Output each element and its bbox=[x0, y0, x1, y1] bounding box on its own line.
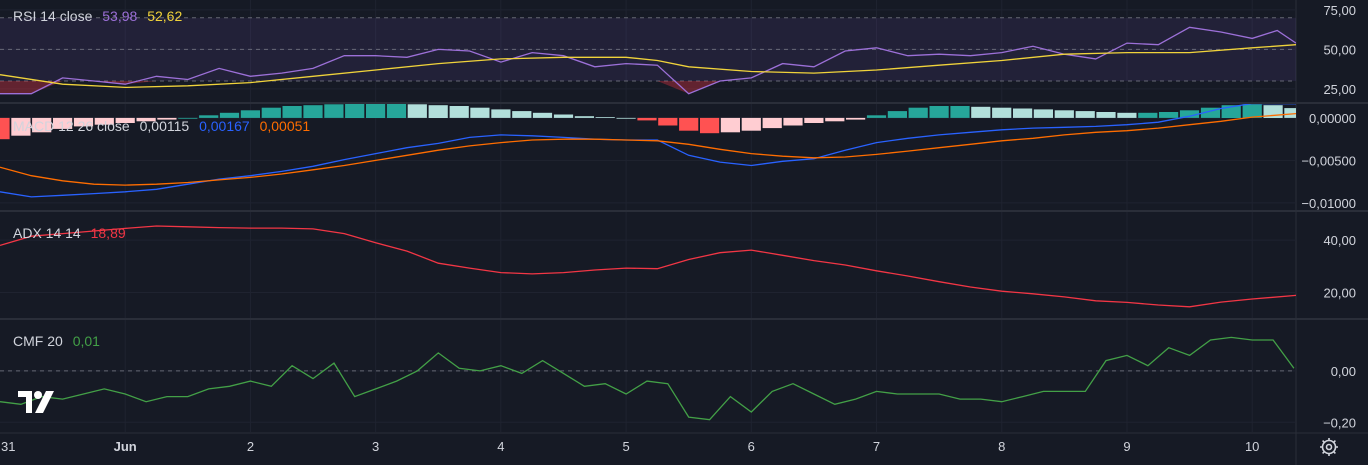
macd-histogram-bar bbox=[512, 111, 532, 118]
macd-histogram-bar bbox=[1013, 108, 1033, 118]
macd-histogram-bar bbox=[1075, 111, 1095, 118]
macd-histogram-bar bbox=[908, 107, 928, 118]
adx-legend[interactable]: ADX 14 14 18,89 bbox=[13, 225, 132, 241]
macd-histogram-bar bbox=[616, 117, 636, 119]
macd-histogram-bar bbox=[491, 109, 511, 118]
x-tick-label-9: 9 bbox=[1123, 439, 1130, 454]
x-tick-label-0: 31 bbox=[1, 439, 15, 454]
macd-histogram-bar bbox=[950, 106, 970, 118]
tradingview-logo-icon bbox=[18, 391, 54, 413]
macd-histogram-bar bbox=[1033, 109, 1053, 118]
macd-histogram-bar bbox=[741, 117, 761, 131]
macd-histogram-bar bbox=[240, 110, 260, 118]
macd-histogram-bar bbox=[1096, 112, 1116, 118]
macd-histogram-bar bbox=[929, 106, 949, 118]
macd-histogram-bar bbox=[679, 117, 699, 131]
macd-histogram-bar bbox=[386, 104, 407, 118]
macd-histogram-bar bbox=[992, 107, 1012, 118]
macd-histogram-bar bbox=[1138, 112, 1158, 118]
adx-value: 18,89 bbox=[90, 225, 126, 241]
rsi-value: 53,98 bbox=[102, 8, 138, 24]
macd-histogram-bar bbox=[407, 104, 427, 118]
macd-histogram-bar bbox=[1054, 110, 1074, 118]
macd-histogram-bar bbox=[720, 117, 740, 133]
rsi-legend-label: RSI 14 close bbox=[13, 8, 93, 24]
macd-histogram-value: 0,00115 bbox=[139, 118, 190, 134]
macd-histogram-bar bbox=[261, 107, 281, 118]
macd-line-value: 0,00167 bbox=[199, 118, 250, 134]
macd-histogram-bar bbox=[783, 117, 803, 126]
cmf-value: 0,01 bbox=[72, 333, 100, 349]
x-tick-label-5: 5 bbox=[622, 439, 629, 454]
rsi-y-tick-label-1: 50,00 bbox=[1323, 42, 1356, 57]
macd-histogram-bar bbox=[282, 106, 302, 118]
macd-signal-value: 0,00051 bbox=[259, 118, 311, 134]
macd-histogram-bar bbox=[553, 114, 574, 118]
rsi-y-tick-label-2: 25,00 bbox=[1323, 82, 1356, 97]
macd-histogram-bar bbox=[0, 117, 10, 140]
macd-histogram-bar bbox=[470, 107, 490, 118]
indicator-chart[interactable]: 75,0050,0025,000,00000−0,00500−0,0100040… bbox=[0, 0, 1368, 465]
macd-histogram-bar bbox=[866, 115, 887, 118]
cmf-legend[interactable]: CMF 20 0,01 bbox=[13, 333, 106, 349]
macd-histogram-bar bbox=[324, 104, 344, 118]
macd-histogram-bar bbox=[428, 105, 448, 118]
macd-histogram-bar bbox=[1159, 112, 1179, 118]
cmf-legend-label: CMF 20 bbox=[13, 333, 63, 349]
x-tick-label-7: 7 bbox=[873, 439, 880, 454]
adx-y-tick-label-0: 40,00 bbox=[1323, 233, 1356, 248]
adx-legend-label: ADX 14 14 bbox=[13, 225, 81, 241]
macd-histogram-bar bbox=[846, 117, 866, 120]
macd-histogram-bar bbox=[303, 105, 323, 118]
x-tick-label-10: 10 bbox=[1245, 439, 1259, 454]
x-tick-label-6: 6 bbox=[748, 439, 755, 454]
x-tick-label-4: 4 bbox=[497, 439, 504, 454]
rsi-legend[interactable]: RSI 14 close 53,98 52,62 bbox=[13, 8, 188, 24]
macd-histogram-bar bbox=[762, 117, 782, 129]
macd-histogram-bar bbox=[637, 117, 657, 121]
macd-histogram-bar bbox=[825, 117, 845, 122]
macd-legend[interactable]: MACD 12 26 close 0,00115 0,00167 0,00051 bbox=[13, 118, 316, 134]
macd-histogram-bar bbox=[971, 106, 991, 118]
x-tick-label-8: 8 bbox=[998, 439, 1005, 454]
rsi-ma-value: 52,62 bbox=[147, 8, 183, 24]
macd-histogram-bar bbox=[887, 111, 907, 118]
macd-histogram-bar bbox=[700, 117, 720, 134]
macd-histogram-bar bbox=[449, 106, 469, 118]
macd-histogram-bar bbox=[345, 104, 365, 118]
macd-histogram-bar bbox=[532, 112, 553, 118]
macd-y-tick-label-2: −0,01000 bbox=[1301, 196, 1356, 211]
x-tick-label-3: 3 bbox=[372, 439, 379, 454]
x-tick-label-1: Jun bbox=[114, 439, 137, 454]
cmf-y-tick-label-1: −0,20 bbox=[1323, 415, 1356, 430]
macd-histogram-bar bbox=[366, 104, 386, 118]
macd-legend-label: MACD 12 26 close bbox=[13, 118, 130, 134]
macd-histogram-bar bbox=[574, 116, 594, 118]
macd-histogram-bar bbox=[1117, 112, 1137, 118]
rsi-y-tick-label-0: 75,00 bbox=[1323, 3, 1356, 18]
macd-histogram-bar bbox=[595, 117, 615, 118]
adx-y-tick-label-1: 20,00 bbox=[1323, 285, 1356, 300]
macd-histogram-bar bbox=[658, 117, 678, 126]
cmf-y-tick-label-0: 0,00 bbox=[1331, 364, 1356, 379]
macd-histogram-bar bbox=[804, 117, 824, 123]
gear-icon[interactable] bbox=[1319, 437, 1339, 457]
macd-y-tick-label-1: −0,00500 bbox=[1301, 153, 1356, 168]
x-tick-label-2: 2 bbox=[247, 439, 254, 454]
macd-histogram-bar bbox=[1242, 104, 1262, 118]
macd-y-tick-label-0: 0,00000 bbox=[1309, 111, 1356, 126]
